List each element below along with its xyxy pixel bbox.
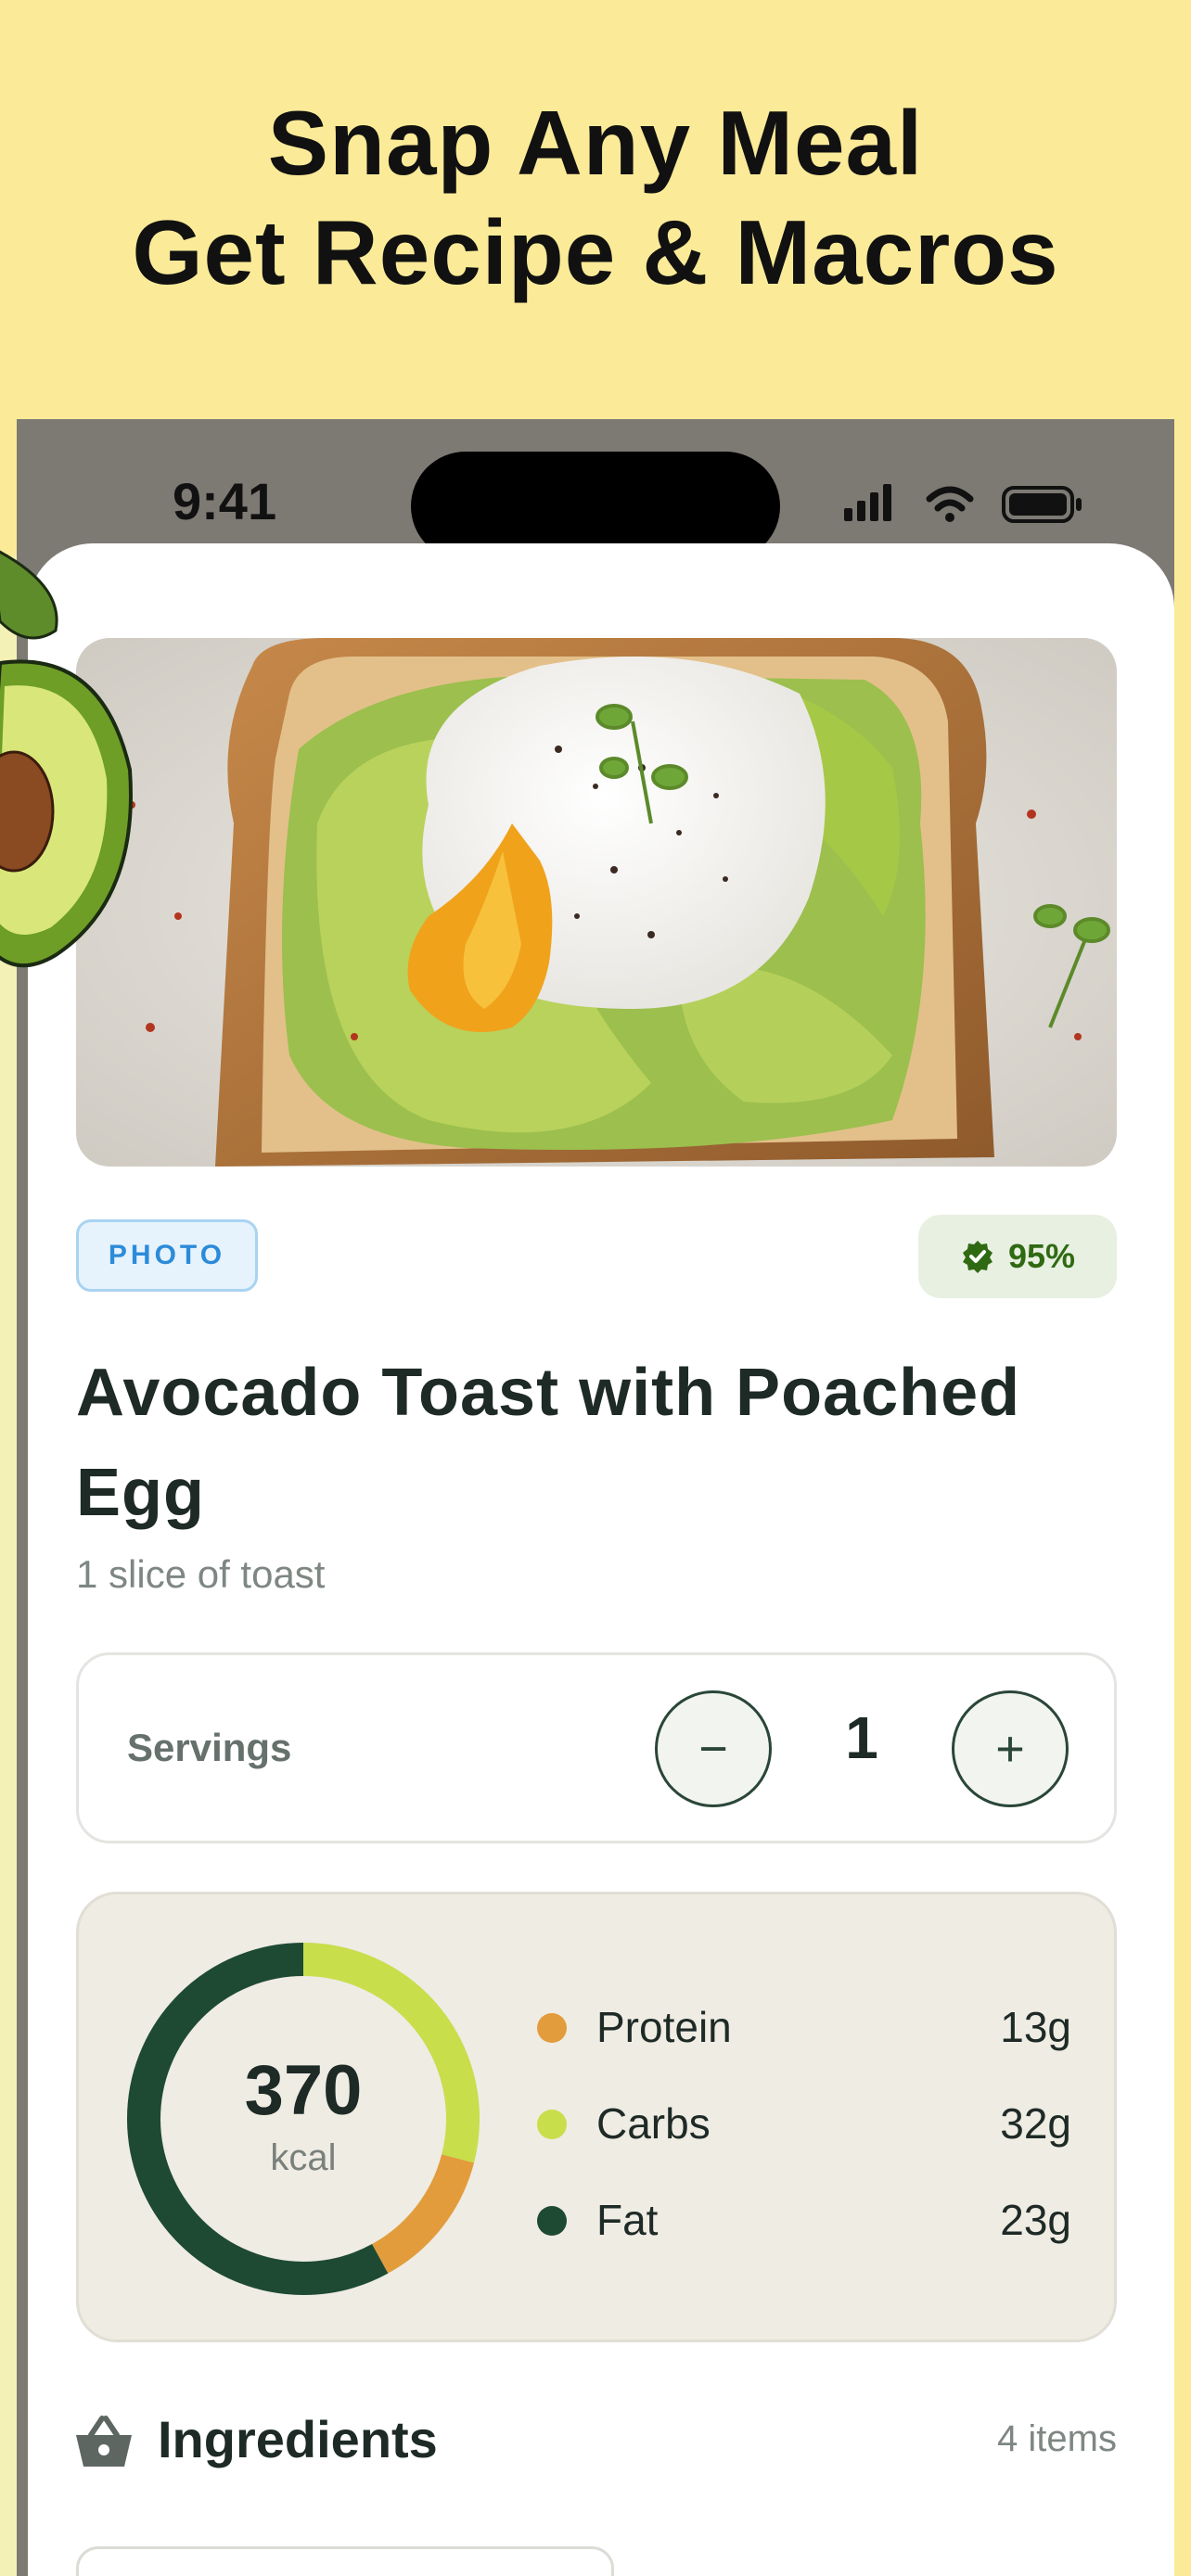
confidence-badge: 95% [918,1215,1117,1298]
status-time: 9:41 [173,472,277,530]
source-badge: PHOTO [76,1219,258,1292]
meal-portion: 1 slice of toast [76,1552,326,1596]
wifi-icon [926,486,974,522]
ingredients-count: 4 items [997,2418,1117,2459]
ingredient-card[interactable] [76,2546,614,2576]
basket-icon [76,2416,132,2467]
macro-row-protein: Protein 13g [537,1998,1071,2054]
macro-value: 13g [1000,2003,1071,2051]
servings-label: Servings [127,1726,292,1769]
macro-row-fat: Fat 23g [537,2191,1071,2247]
calories-value: 370 [244,2051,363,2130]
meal-detail-screen: PHOTO 95% Avocado Toast with Poached Egg… [28,543,1174,2576]
verified-badge-icon [962,1241,992,1273]
macro-name: Fat [596,2196,659,2244]
increase-servings-button[interactable]: + [952,1690,1069,1807]
servings-stepper: Servings − 1 + [76,1652,1117,1843]
macro-name: Protein [596,2003,732,2051]
calories-unit: kcal [270,2137,337,2178]
macro-name: Carbs [596,2099,711,2148]
headline-line-1: Snap Any Meal [267,92,924,194]
avocado-illustration [0,550,133,968]
ingredients-heading: Ingredients [158,2410,438,2468]
decrease-servings-button[interactable]: − [655,1690,772,1807]
nutrition-card: 370 kcal Protein 13g Carbs 32g Fat 23g [76,1892,1117,2342]
macro-row-carbs: Carbs 32g [537,2095,1071,2150]
meal-photo [76,638,1117,1167]
servings-value: 1 [845,1704,878,1771]
headline-line-2: Get Recipe & Macros [132,201,1059,303]
carbs-dot [537,2110,567,2139]
promo-headline: Snap Any Meal Get Recipe & Macros [0,88,1191,307]
macro-value: 23g [1000,2196,1071,2244]
battery-icon [1002,486,1082,523]
confidence-value: 95% [1007,1237,1076,1275]
status-icons [844,484,1082,523]
fat-dot [537,2206,567,2236]
cellular-signal-icon [844,484,891,521]
macro-value: 32g [1000,2099,1071,2148]
meal-title: Avocado Toast with Poached Egg [76,1356,1021,1530]
protein-dot [537,2013,567,2043]
